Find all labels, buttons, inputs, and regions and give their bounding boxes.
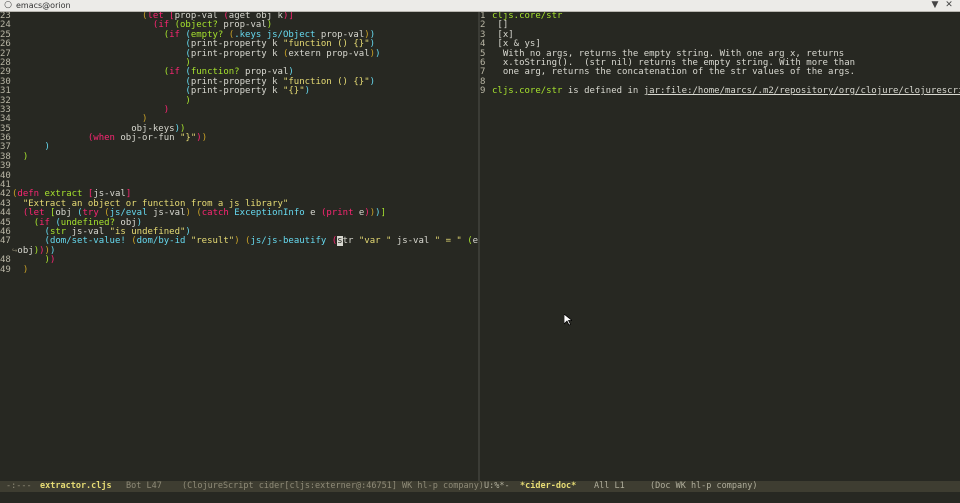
code-token: print-property k: [190, 48, 283, 59]
code-token: ]: [380, 208, 387, 219]
right-modified-status: U:%*-: [484, 481, 510, 491]
echo-area[interactable]: [0, 492, 960, 503]
editor-pane-extractor[interactable]: 23 (let [prop-val (aget obj k)] 24 (if (o…: [0, 12, 478, 481]
code-token: " = ": [434, 236, 462, 247]
right-buffer-name[interactable]: *cider-doc*: [520, 481, 576, 492]
code-token: ): [185, 95, 191, 106]
code-token: ): [49, 255, 56, 266]
code-line[interactable]: 36 (when obj-or-fun "}")): [0, 133, 478, 144]
code-line[interactable]: 1 cljs.core/str: [480, 12, 960, 21]
editor-pane-cider-doc[interactable]: 1 cljs.core/str 2 [] 3 [x] 4 [x & ys] 5 With …: [480, 12, 960, 481]
code-token: is defined in: [562, 86, 644, 97]
code-token: ExceptionInfo: [234, 208, 305, 219]
code-token: dom/by-id: [136, 236, 186, 247]
right-major-modes[interactable]: (Doc WK hl-p company): [650, 481, 757, 492]
code-token: e: [353, 208, 365, 219]
code-line[interactable]: 40: [0, 171, 478, 181]
code-token: ): [22, 151, 29, 162]
code-token: e: [304, 208, 321, 219]
code-token: ): [22, 264, 29, 275]
code-line[interactable]: 39: [0, 161, 478, 171]
mouse-pointer-icon: [564, 314, 572, 326]
left-buffer-name[interactable]: extractor.cljs: [40, 481, 112, 492]
code-line[interactable]: 37 ): [0, 142, 478, 153]
code-token: ]: [288, 12, 294, 21]
code-line[interactable]: 49 ): [0, 264, 478, 275]
left-modified-status: -:---: [6, 481, 32, 491]
code-line[interactable]: 9 cljs.core/str is defined in jar:file:/h…: [480, 86, 960, 97]
line-number: 9: [480, 86, 486, 97]
code-line[interactable]: 2 []: [480, 20, 960, 30]
code-token: print-property k: [190, 86, 283, 97]
code-token: ): [163, 104, 170, 115]
code-line[interactable]: 3 [x]: [480, 30, 960, 40]
code-token: extern prop-val: [288, 48, 370, 59]
code-token: "}": [180, 133, 197, 144]
code-line[interactable]: ↪obj)))): [0, 246, 478, 256]
window-titlebar: ○ emacs@orion ▼ ✕: [0, 0, 960, 12]
code-token: print: [326, 208, 354, 219]
window-title: emacs@orion: [16, 1, 71, 10]
file-link[interactable]: jar:file:/home/marcs/.m2/repository/org/…: [644, 86, 960, 96]
code-token: obj-or-fun: [114, 133, 180, 144]
minimize-icon[interactable]: ▼: [930, 0, 940, 10]
code-token: tr: [342, 236, 359, 247]
code-token: "{}": [282, 86, 305, 97]
code-token: js/js-beautify: [250, 236, 327, 247]
app-menu-icon[interactable]: ○: [3, 0, 13, 10]
code-token: js-val: [391, 236, 435, 247]
code-token: catch: [201, 208, 229, 219]
line-number: 47: [0, 236, 11, 247]
left-buffer-position: Bot L47: [126, 481, 162, 491]
code-token: cljs.core/str: [492, 86, 563, 97]
mode-line: -:--- extractor.cljs Bot L47 (ClojureScr…: [0, 481, 960, 492]
right-buffer-position: All L1: [594, 481, 625, 491]
code-token: "var ": [358, 236, 392, 247]
code-token: js-val: [147, 208, 186, 219]
left-major-modes[interactable]: (ClojureScript cider[cljs:externer@:4675…: [182, 481, 484, 492]
code-token: "result": [190, 236, 235, 247]
line-number: 49: [0, 264, 11, 275]
code-line[interactable]: 47 (dom/set-value! (dom/by-id "result") …: [0, 236, 478, 247]
code-line[interactable]: 7 one arg, returns the concatenation of …: [480, 67, 960, 78]
code-line[interactable]: 48 )): [0, 255, 478, 266]
code-token: ): [201, 133, 208, 144]
code-token: ): [369, 76, 376, 87]
code-token: when: [93, 133, 115, 144]
code-token: dom/set-value!: [49, 236, 126, 247]
code-token: one arg, returns the concatenation of th…: [492, 67, 856, 78]
code-line[interactable]: 38 ): [0, 151, 478, 162]
code-token: ): [375, 48, 381, 59]
close-icon[interactable]: ✕: [944, 0, 954, 10]
code-token: ): [44, 142, 50, 153]
code-token: ): [304, 86, 311, 97]
